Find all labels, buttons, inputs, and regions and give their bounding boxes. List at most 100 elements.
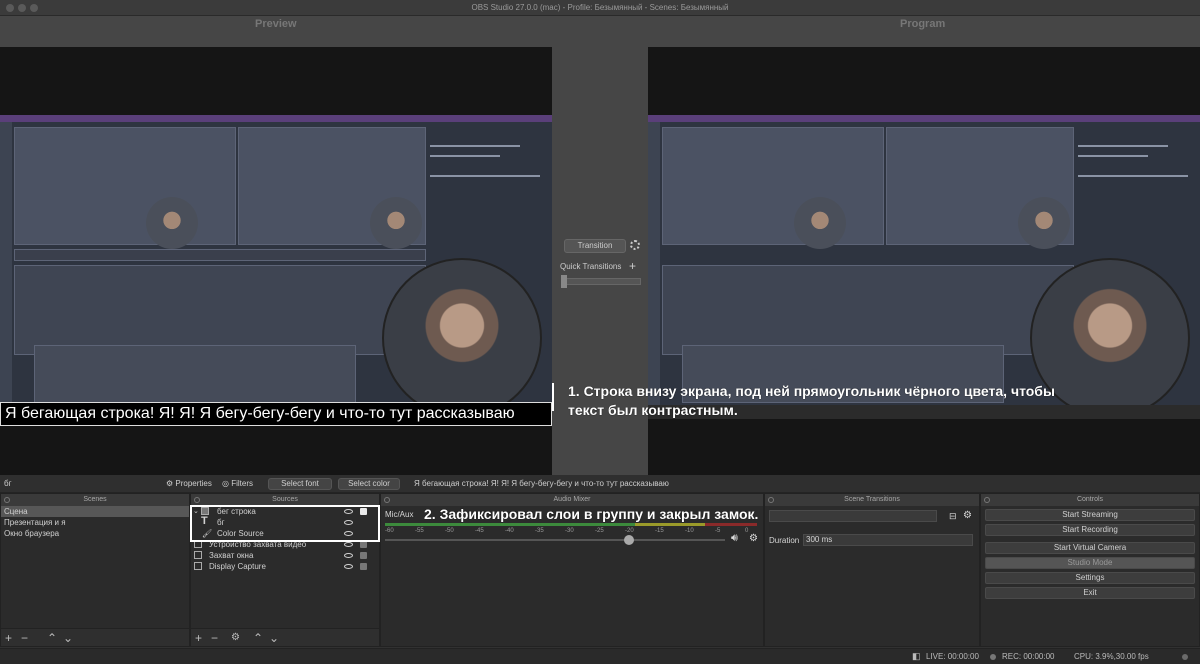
captured-webcam-small [146,197,198,249]
transition-slider-handle[interactable] [561,275,567,288]
filters-label: Filters [231,479,253,488]
start-recording-button[interactable]: Start Recording [985,524,1195,536]
sources-footer: + − ⚙ ⌃ ⌄ [191,628,379,646]
program-canvas [648,47,1200,491]
captured-ticker [14,249,426,261]
selected-source-name: бг [4,479,12,488]
duration-label: Duration [769,536,800,545]
window-icon [194,551,202,559]
transition-button[interactable]: Transition [564,239,626,253]
status-bar: ◧ LIVE: 00:00:00 REC: 00:00:00 CPU: 3.9%… [0,648,1200,664]
rec-status: REC: 00:00:00 [1002,652,1055,661]
add-quick-transition-icon[interactable]: + [629,259,636,273]
preview-canvas[interactable]: Я бегающая строка! Я! Я! Я бегу-бегу-бег… [0,47,552,491]
lock-icon[interactable] [360,541,367,548]
annotation-note-2: 2. Зафиксировал слои в группу и закрыл з… [424,506,759,522]
eye-icon[interactable] [344,553,353,558]
add-source-icon[interactable]: + [195,631,202,645]
mixer-gear-icon[interactable]: ⚙ [749,533,758,544]
source-row[interactable]: Display Capture [191,561,379,572]
program-label: Program [900,18,946,30]
locked-group-highlight [190,505,380,542]
start-streaming-button[interactable]: Start Streaming [985,509,1195,521]
move-down-icon[interactable]: ⌄ [63,631,73,645]
dock-float-icon[interactable] [384,497,390,503]
mixer-channel-name: Mic/Aux [385,510,414,519]
sources-title: Sources [272,496,298,503]
live-status: LIVE: 00:00:00 [926,652,979,661]
mixer-scale-label: -20 [625,528,634,534]
volume-slider[interactable] [385,539,725,541]
remove-source-icon[interactable]: − [211,631,218,645]
mixer-scale-label: -50 [445,528,454,534]
eye-icon[interactable] [344,564,353,569]
source-name: Display Capture [209,562,266,571]
dock-float-icon[interactable] [4,497,10,503]
scene-item[interactable]: Сцена [1,506,189,517]
settings-button[interactable]: Settings [985,572,1195,584]
source-text-value[interactable]: Я бегающая строка! Я! Я! Я бегу-бегу-бег… [414,479,669,488]
captured-text-line [430,175,540,177]
title-bar: OBS Studio 27.0.0 (mac) - Profile: Безым… [0,0,1200,16]
scenes-footer: + − ⌃ ⌄ [1,628,189,646]
move-up-icon[interactable]: ⌃ [253,631,263,645]
captured-text-line [1078,175,1188,177]
start-virtual-camera-button[interactable]: Start Virtual Camera [985,542,1195,554]
mixer-scale-label: -45 [475,528,484,534]
annotation-marker-1 [552,383,554,411]
source-properties-icon[interactable]: ⚙ [231,632,240,643]
filters-button[interactable]: ◎ Filters [222,479,253,488]
properties-button[interactable]: ⚙ Properties [166,479,212,488]
cpu-status: CPU: 3.9%,30.00 fps [1074,652,1149,661]
lock-icon[interactable] [360,563,367,570]
network-icon: ◧ [912,651,921,661]
mixer-scale-label: -10 [685,528,694,534]
window-title: OBS Studio 27.0.0 (mac) - Profile: Безым… [471,3,729,12]
scene-item[interactable]: Презентация и я [1,517,189,528]
eye-icon[interactable] [344,542,353,547]
dock-float-icon[interactable] [194,497,200,503]
preview-label: Preview [255,18,297,30]
captured-toolbar [0,122,12,405]
mixer-scale-label: -60 [385,528,394,534]
select-font-button[interactable]: Select font [268,478,332,490]
mixer-scale-label: -55 [415,528,424,534]
mixer-scale-label: -30 [565,528,574,534]
captured-window [34,345,356,403]
remove-transition-icon[interactable]: ⊟ [949,511,957,522]
move-up-icon[interactable]: ⌃ [47,631,57,645]
mixer-scale-label: -35 [535,528,544,534]
scenes-dock: Scenes Сцена Презентация и я Окно браузе… [0,493,190,647]
duration-field[interactable]: 300 ms [803,534,973,546]
select-color-button[interactable]: Select color [338,478,400,490]
transition-slider[interactable] [561,278,641,285]
exit-button[interactable]: Exit [985,587,1195,599]
mixer-scale: -60 -55 -50 -45 -40 -35 -30 -25 -20 -15 -10 -5 0 [385,528,757,536]
controls-dock: Controls Start Streaming Start Recording… [980,493,1200,647]
stream-health-icon [1182,654,1188,660]
dock-float-icon[interactable] [984,497,990,503]
transition-settings-icon[interactable]: ⚙ [963,510,972,521]
speaker-icon[interactable]: 🔊︎ [731,532,738,545]
captured-webcam-small [794,197,846,249]
move-down-icon[interactable]: ⌄ [269,631,279,645]
record-dot-icon [990,654,996,660]
audio-mixer-title: Audio Mixer [553,496,591,503]
studio-mode-button[interactable]: Studio Mode [985,557,1195,569]
add-scene-icon[interactable]: + [5,631,12,645]
monitor-icon [194,562,202,570]
remove-scene-icon[interactable]: − [21,631,28,645]
volume-slider-handle[interactable] [624,535,634,545]
mixer-scale-label: 0 [745,528,749,534]
source-row[interactable]: Захват окна [191,550,379,561]
captured-toolbar [648,122,660,405]
controls-title: Controls [1076,496,1104,503]
gear-icon[interactable] [630,240,640,250]
lock-icon[interactable] [360,552,367,559]
dock-float-icon[interactable] [768,497,774,503]
scene-item[interactable]: Окно браузера [1,528,189,539]
captured-webcam-small-2 [370,197,422,249]
captured-menubar [648,115,1200,122]
captured-text-line [430,155,500,157]
quick-transitions-label: Quick Transitions [560,262,622,271]
